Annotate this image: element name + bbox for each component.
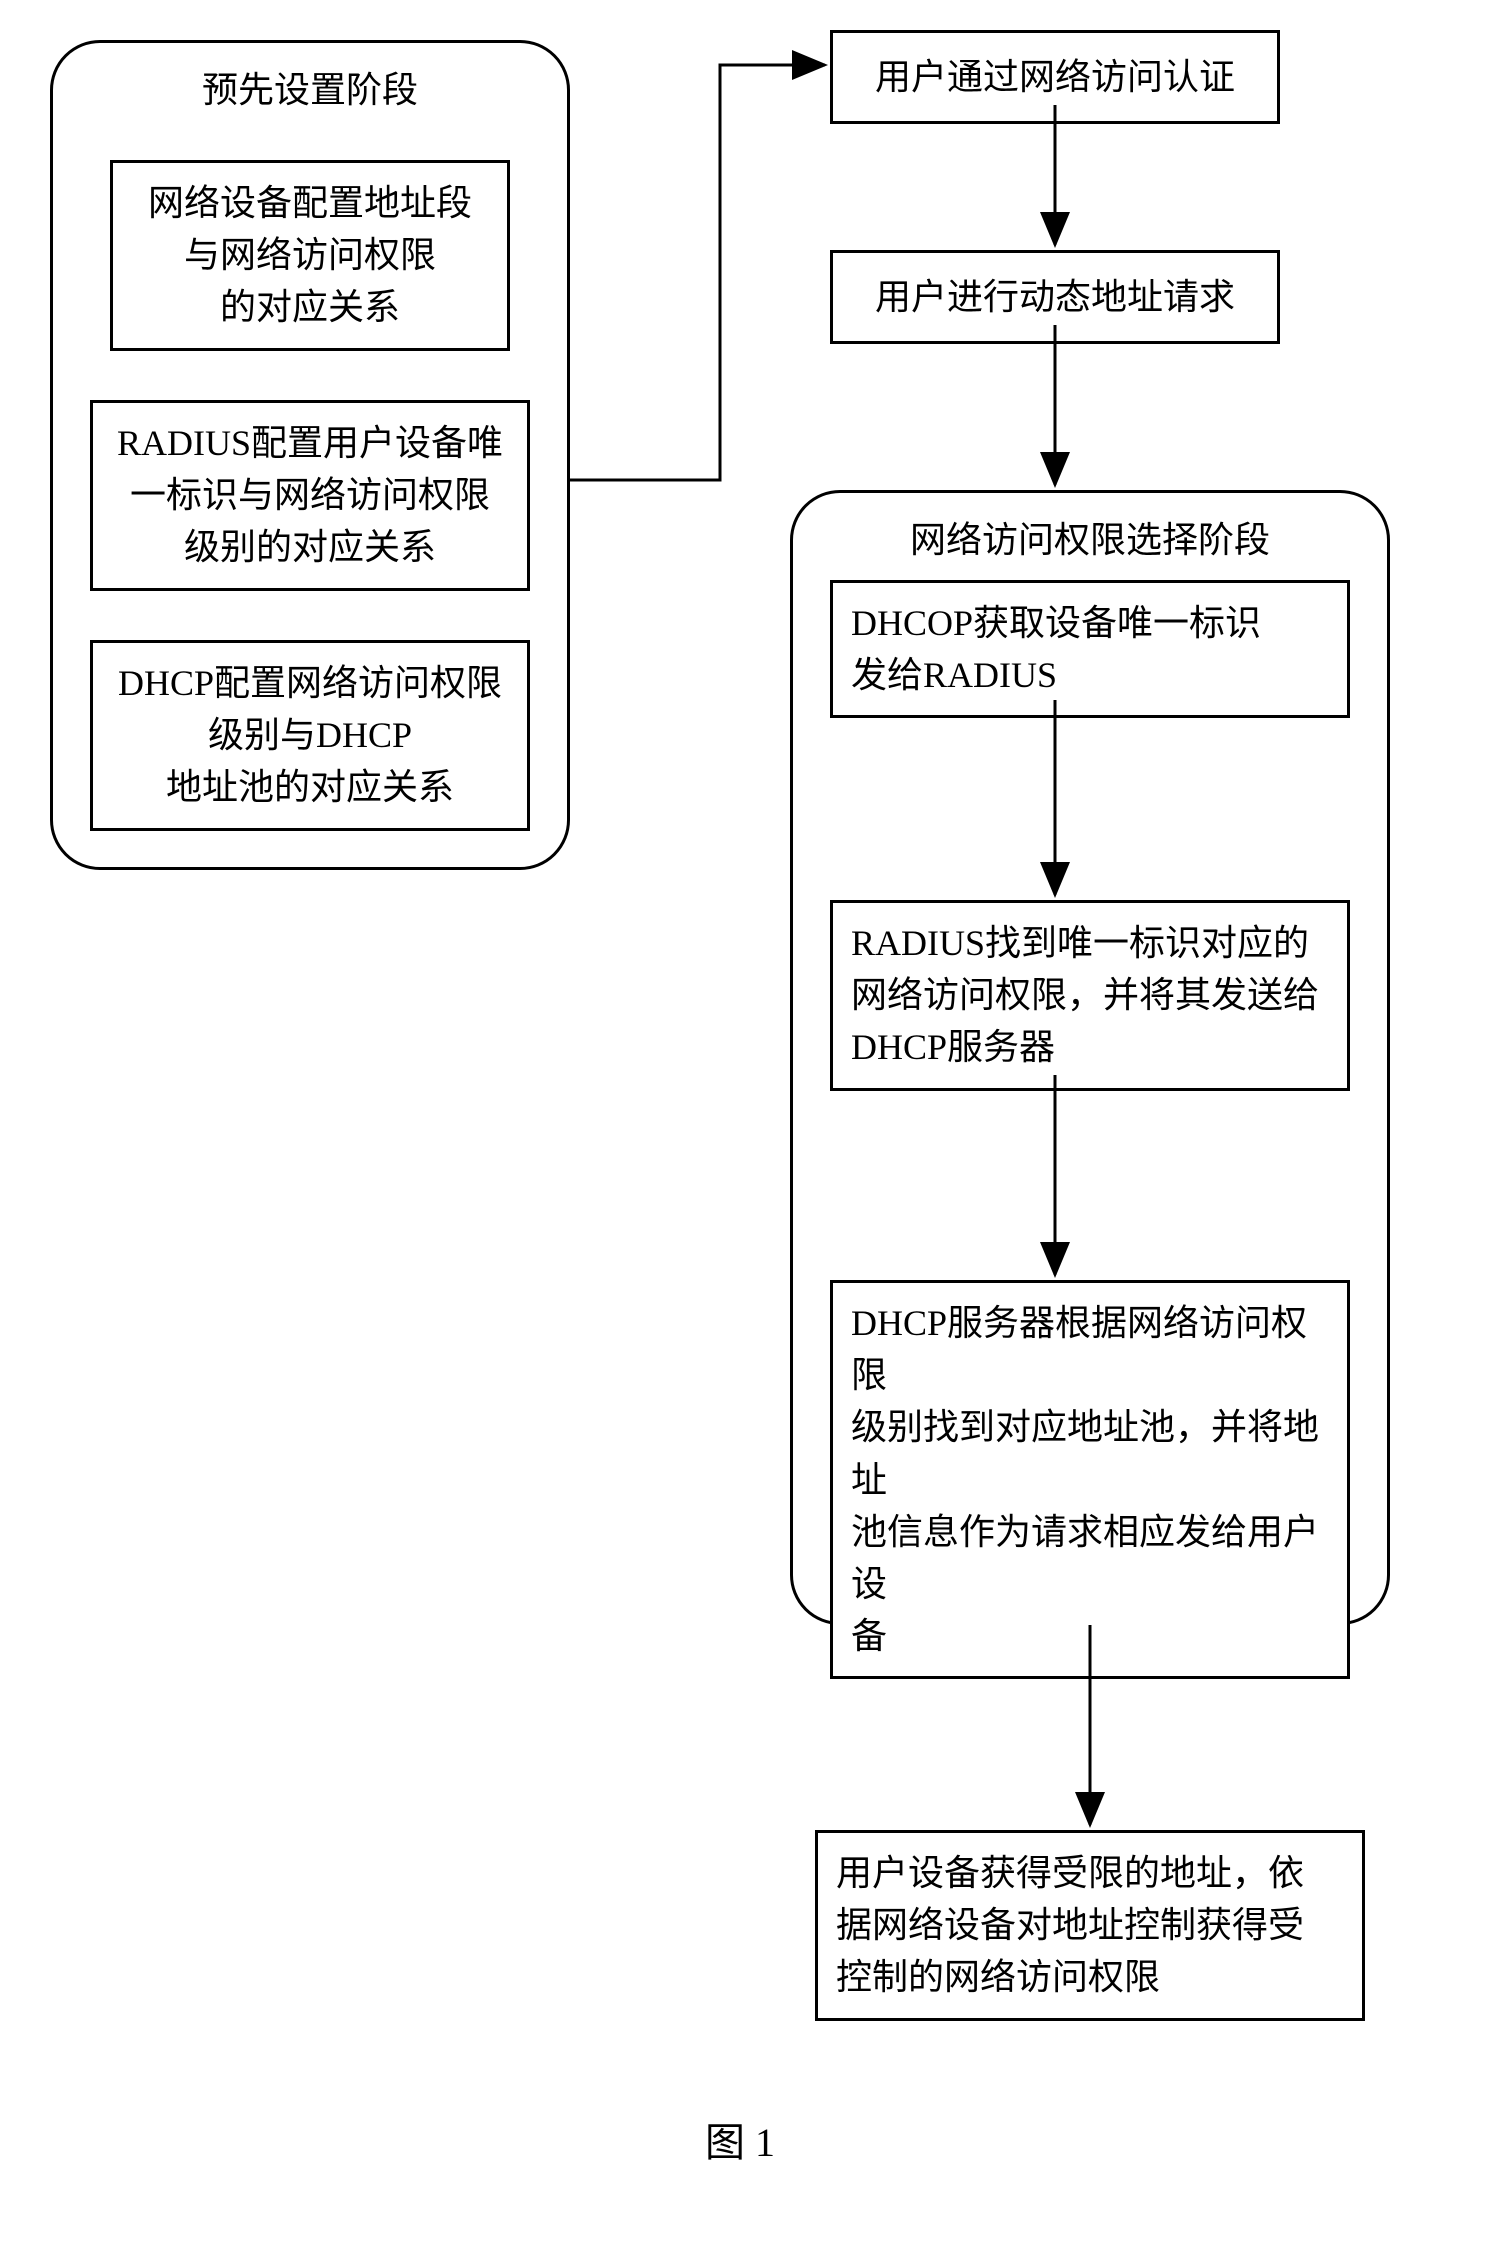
box-radius-mapping: RADIUS配置用户设备唯一标识与网络访问权限级别的对应关系 — [90, 400, 530, 591]
box-dynamic-addr-request: 用户进行动态地址请求 — [830, 250, 1280, 344]
figure-caption: 图 1 — [680, 2110, 800, 2168]
box-radius-find-permission: RADIUS找到唯一标识对应的网络访问权限，并将其发送给DHCP服务器 — [830, 900, 1350, 1091]
box-user-get-limited-addr: 用户设备获得受限的地址，依据网络设备对地址控制获得受控制的网络访问权限 — [815, 1830, 1365, 2021]
box-dhcp-get-id: DHCOP获取设备唯一标识发给RADIUS — [830, 580, 1350, 718]
box-dhcp-find-pool: DHCP服务器根据网络访问权限级别找到对应地址池，并将地址池信息作为请求相应发给… — [830, 1280, 1350, 1679]
permission-stage-title: 网络访问权限选择阶段 — [910, 511, 1270, 563]
preset-stage-title: 预先设置阶段 — [202, 61, 418, 113]
box-network-device-mapping: 网络设备配置地址段与网络访问权限的对应关系 — [110, 160, 510, 351]
box-dhcp-pool-mapping: DHCP配置网络访问权限级别与DHCP地址池的对应关系 — [90, 640, 530, 831]
box-user-auth: 用户通过网络访问认证 — [830, 30, 1280, 124]
